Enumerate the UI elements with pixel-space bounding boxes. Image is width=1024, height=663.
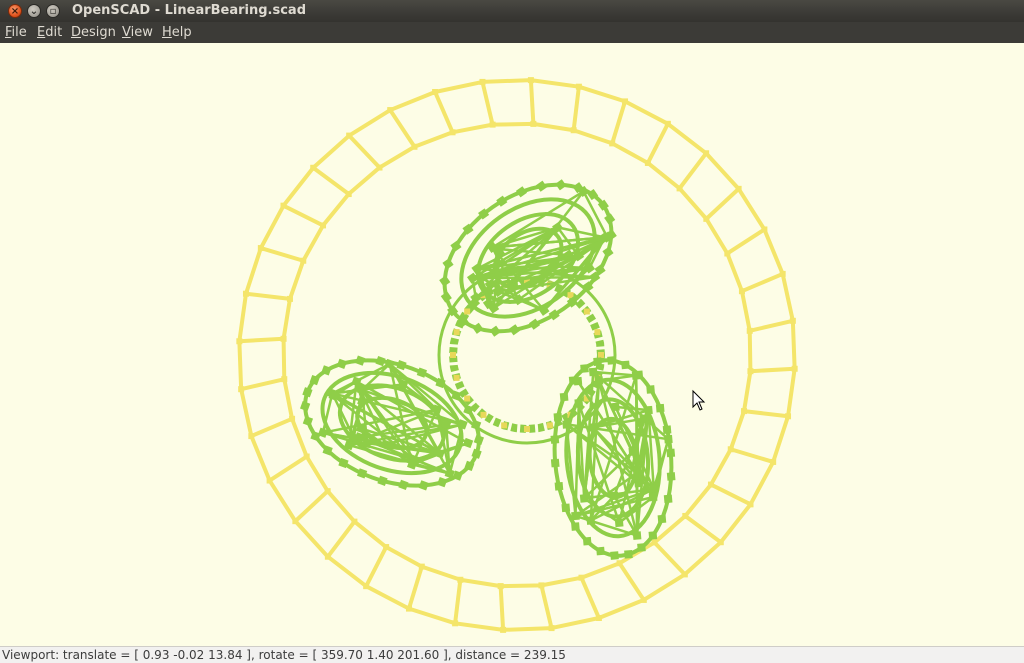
close-icon: ×: [10, 6, 20, 17]
status-bar: Viewport: translate = [ 0.93 -0.02 13.84…: [0, 646, 1024, 663]
bearing-wireframe: [300, 179, 676, 560]
menu-design-mnemonic: D: [71, 25, 82, 40]
title-bar: × ⌄ ▫ OpenSCAD - LinearBearing.scad: [0, 0, 1024, 22]
window-title: OpenSCAD - LinearBearing.scad: [72, 3, 307, 18]
viewport-status-text: Viewport: translate = [ 0.93 -0.02 13.84…: [2, 648, 566, 662]
menu-view-label: iew: [130, 25, 153, 40]
menu-help[interactable]: Help: [162, 25, 192, 40]
maximize-window-button[interactable]: ▫: [46, 4, 60, 18]
minimize-icon: ⌄: [29, 6, 39, 17]
model-render[interactable]: [0, 43, 1024, 646]
menu-view[interactable]: View: [122, 25, 153, 40]
menu-file[interactable]: File: [5, 25, 27, 40]
close-window-button[interactable]: ×: [8, 4, 22, 18]
menu-help-label: elp: [171, 25, 192, 40]
3d-viewport[interactable]: [0, 43, 1024, 646]
outer-ring-wireframe: [236, 77, 798, 633]
menu-edit[interactable]: Edit: [37, 25, 62, 40]
menu-file-label: ile: [11, 25, 27, 40]
maximize-icon: ▫: [49, 6, 57, 17]
menu-help-mnemonic: H: [162, 25, 172, 40]
menu-view-mnemonic: V: [122, 25, 131, 40]
menu-bar: File Edit Design View Help: [0, 22, 1024, 43]
menu-edit-label: dit: [45, 25, 63, 40]
menu-design[interactable]: Design: [71, 25, 116, 40]
menu-edit-mnemonic: E: [37, 25, 46, 40]
arrow-cursor-icon: [692, 389, 706, 411]
minimize-window-button[interactable]: ⌄: [27, 4, 41, 18]
menu-design-label: esign: [81, 25, 116, 40]
